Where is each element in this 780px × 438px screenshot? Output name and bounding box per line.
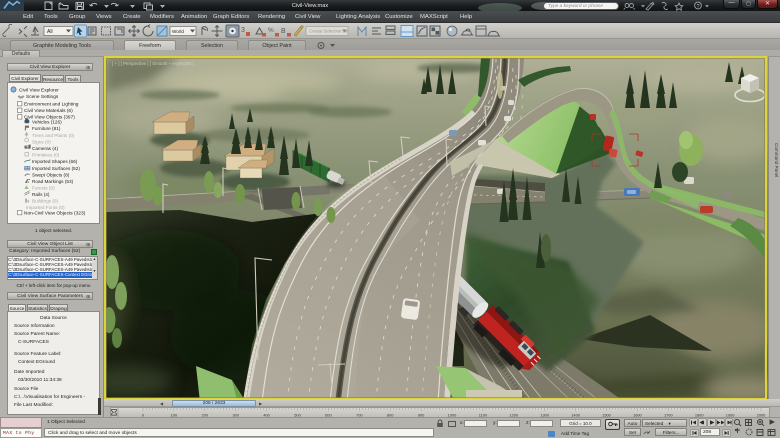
svg-text:Civil View Materials (6): Civil View Materials (6) [24, 108, 73, 114]
svg-text:Non-Civil View Objects (323): Non-Civil View Objects (323) [24, 210, 86, 216]
svg-text:Trees and Plants (0): Trees and Plants (0) [32, 133, 75, 138]
svg-text:Environment and Lighting: Environment and Lighting [24, 101, 79, 107]
svg-text:[ + ] [ Perspective ] [ Smooth: [ + ] [ Perspective ] [ Smooth + Highlig… [112, 61, 194, 66]
svg-text:Forests (0): Forests (0) [32, 186, 55, 191]
svg-text:Imported Shapes (66): Imported Shapes (66) [32, 159, 78, 164]
svg-text:Rails (4): Rails (4) [32, 192, 50, 197]
svg-text:Road Markings (53): Road Markings (53) [32, 179, 74, 184]
svg-text:B: B [281, 28, 286, 35]
svg-text:Swept Objects (8): Swept Objects (8) [32, 172, 70, 177]
svg-text:Imported Surfaces (52): Imported Surfaces (52) [32, 166, 80, 171]
svg-text:World: World [172, 29, 184, 34]
svg-text:3: 3 [241, 27, 245, 34]
svg-text:?: ? [697, 4, 700, 10]
svg-text:Create Selection Se: Create Selection Se [309, 29, 349, 34]
svg-text:Primitives (0): Primitives (0) [32, 153, 60, 158]
svg-text:All: All [47, 29, 53, 35]
svg-text:Buildings (0): Buildings (0) [32, 199, 58, 204]
svg-text:Imported Fonts (0): Imported Fonts (0) [26, 205, 65, 210]
svg-text:Furniture (81): Furniture (81) [32, 126, 61, 131]
svg-text:Scene Settings: Scene Settings [26, 94, 59, 100]
svg-text:Cameras (4): Cameras (4) [32, 146, 58, 151]
svg-text:Vehicles (126): Vehicles (126) [32, 120, 62, 125]
svg-text:%: % [268, 27, 274, 34]
svg-text:Civil View Explorer: Civil View Explorer [19, 87, 59, 93]
svg-text:Signs (0): Signs (0) [32, 139, 51, 144]
